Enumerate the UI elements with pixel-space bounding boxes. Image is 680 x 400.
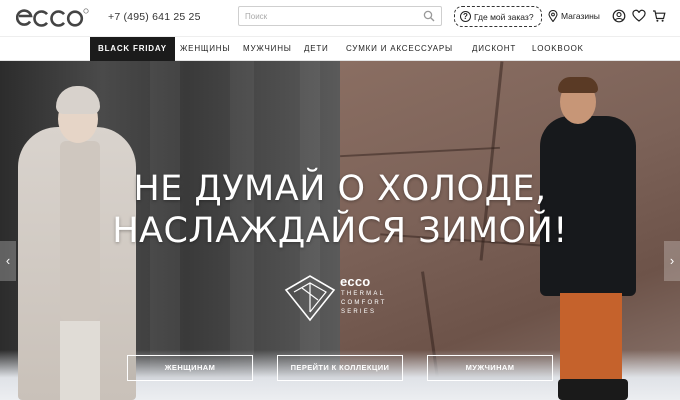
site-header: +7 (495) 641 25 25 ? Где мой заказ? Мага… bbox=[0, 0, 680, 36]
nav-item-women[interactable]: ЖЕНЩИНЫ bbox=[180, 37, 230, 61]
thermal-comfort-series-logo: ecco THERMAL COMFORT SERIES bbox=[282, 272, 392, 324]
nav-item-kids[interactable]: ДЕТИ bbox=[304, 37, 329, 61]
question-icon: ? bbox=[460, 11, 471, 22]
thermal-emblem-icon bbox=[284, 275, 336, 322]
hero-headline-line-1: НЕ ДУМАЙ О ХОЛОДЕ, bbox=[133, 169, 547, 209]
search-box[interactable] bbox=[238, 6, 442, 26]
order-tracking-button[interactable]: ? Где мой заказ? bbox=[454, 6, 542, 27]
location-pin-icon bbox=[548, 10, 558, 22]
man-model-boots bbox=[558, 379, 628, 400]
carousel-next-arrow[interactable]: › bbox=[664, 241, 680, 281]
phone-number[interactable]: +7 (495) 641 25 25 bbox=[108, 11, 201, 23]
men-button[interactable]: МУЖЧИНАМ bbox=[427, 355, 553, 381]
nav-item-bags-accessories[interactable]: СУМКИ И АКСЕССУАРЫ bbox=[346, 37, 453, 61]
woman-model-trousers bbox=[60, 321, 100, 400]
ecco-logo[interactable] bbox=[16, 7, 90, 29]
stores-link[interactable]: Магазины bbox=[548, 10, 600, 22]
nav-item-men[interactable]: МУЖЧИНЫ bbox=[243, 37, 292, 61]
thermal-line-1: THERMAL bbox=[341, 291, 386, 297]
search-input[interactable] bbox=[245, 9, 415, 23]
stores-label: Магазины bbox=[561, 11, 600, 21]
nav-item-lookbook[interactable]: LOOKBOOK bbox=[532, 37, 584, 61]
search-icon[interactable] bbox=[423, 10, 435, 22]
cart-icon[interactable] bbox=[652, 9, 666, 23]
hero-headline-line-2: НАСЛАЖДАЙСЯ ЗИМОЙ! bbox=[112, 211, 568, 251]
nav-item-discount[interactable]: ДИСКОНТ bbox=[472, 37, 516, 61]
women-button[interactable]: ЖЕНЩИНАМ bbox=[127, 355, 253, 381]
thermal-brand: ecco bbox=[340, 274, 371, 289]
carousel-prev-arrow[interactable]: ‹ bbox=[0, 241, 16, 281]
account-icon[interactable] bbox=[612, 9, 626, 23]
thermal-line-2: COMFORT bbox=[341, 300, 387, 306]
man-model-hair bbox=[558, 77, 598, 93]
hero-banner[interactable]: НЕ ДУМАЙ О ХОЛОДЕ, НАСЛАЖДАЙСЯ ЗИМОЙ! ec… bbox=[0, 61, 680, 400]
man-model-trousers bbox=[560, 293, 622, 389]
thermal-line-3: SERIES bbox=[341, 309, 377, 315]
main-navigation: BLACK FRIDAY ЖЕНЩИНЫ МУЖЧИНЫ ДЕТИ СУМКИ … bbox=[0, 36, 680, 61]
hero-headline: НЕ ДУМАЙ О ХОЛОДЕ, НАСЛАЖДАЙСЯ ЗИМОЙ! bbox=[0, 168, 680, 252]
go-to-collection-button[interactable]: ПЕРЕЙТИ К КОЛЛЕКЦИИ bbox=[277, 355, 403, 381]
order-tracking-label: Где мой заказ? bbox=[474, 11, 534, 22]
heart-icon[interactable] bbox=[632, 9, 646, 23]
nav-item-black-friday[interactable]: BLACK FRIDAY bbox=[90, 37, 175, 61]
